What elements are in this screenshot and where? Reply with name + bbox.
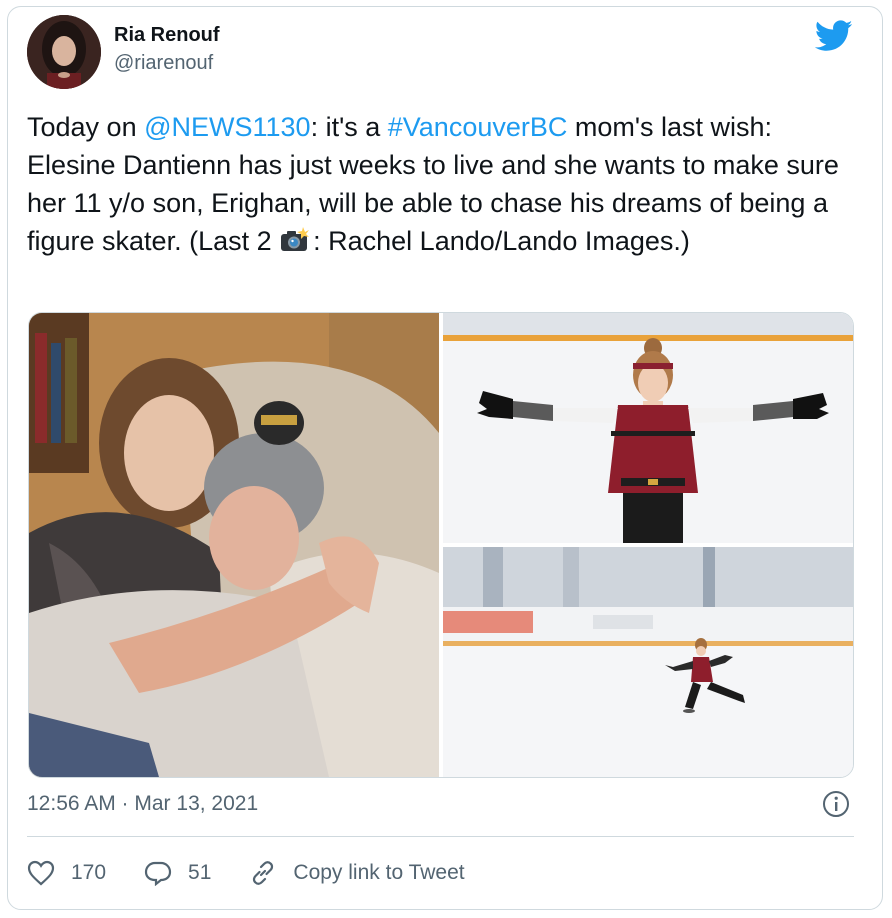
tweet-actions: 170 51 Copy link to Tweet: [27, 855, 503, 891]
mention-link[interactable]: @NEWS1130: [144, 112, 310, 142]
photo-skater-spiral[interactable]: [443, 547, 853, 777]
copy-link-label: Copy link to Tweet: [293, 861, 465, 884]
tweet-text-part: Today on: [27, 112, 145, 142]
info-icon[interactable]: [822, 790, 850, 818]
photo-skater-arms-out[interactable]: [443, 313, 853, 543]
twitter-bird-icon[interactable]: [815, 20, 853, 52]
hashtag-link[interactable]: #VancouverBC: [388, 112, 568, 142]
tweet-text-part: : Rachel Lando/Lando Images.): [313, 226, 690, 256]
heart-icon: [27, 860, 55, 886]
author-name[interactable]: Ria Renouf: [114, 24, 220, 47]
photo-mother-and-son[interactable]: [29, 313, 439, 777]
reply-bubble-icon: [144, 861, 172, 886]
media-grid: [28, 312, 854, 778]
like-count: 170: [71, 861, 107, 884]
author-avatar[interactable]: [27, 15, 101, 89]
tweet-text: Today on @NEWS1130: it's a #VancouverBC …: [27, 108, 857, 260]
camera-with-flash-icon: [281, 227, 310, 251]
tweet-text-part: : it's a: [310, 112, 388, 142]
divider: [27, 836, 854, 837]
tweet-timestamp[interactable]: 12:56 AM · Mar 13, 2021: [27, 792, 258, 816]
link-icon: [253, 861, 274, 885]
reply-count: 51: [188, 861, 212, 884]
copy-link-button[interactable]: Copy link to Tweet: [249, 859, 465, 887]
author-handle[interactable]: @riarenouf: [114, 52, 213, 75]
reply-button[interactable]: 51: [144, 860, 211, 886]
like-button[interactable]: 170: [27, 860, 106, 886]
